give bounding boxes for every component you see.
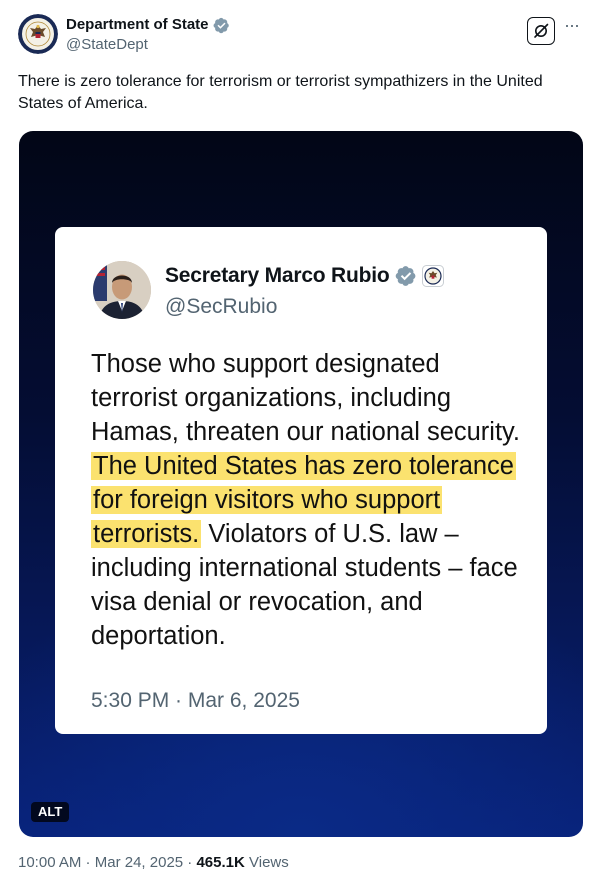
grok-icon: [534, 23, 549, 38]
views-count: 465.1K: [196, 854, 245, 871]
post-metadata: 10:00 AM · Mar 24, 2025 · 465.1K Views: [18, 853, 289, 873]
card-avatar: [93, 261, 151, 319]
more-button[interactable]: ···: [564, 15, 580, 35]
meta-separator: ·: [183, 854, 197, 871]
media-image[interactable]: Secretary Marco Rubio @SecRubio Those wh…: [19, 131, 583, 837]
more-icon: ···: [564, 15, 580, 35]
portrait-photo: [93, 261, 151, 319]
post-date[interactable]: Mar 24, 2025: [95, 854, 183, 871]
quoted-post-card: Secretary Marco Rubio @SecRubio Those wh…: [55, 227, 547, 734]
author-name[interactable]: Department of State: [66, 16, 209, 34]
post-text: There is zero tolerance for terrorism or…: [18, 73, 543, 112]
author-name-row: Department of State: [66, 16, 230, 34]
grok-button[interactable]: [527, 17, 555, 45]
card-body-part1: Those who support designated terrorist o…: [91, 350, 520, 446]
post-time[interactable]: 10:00 AM: [18, 854, 81, 871]
verified-badge-icon: [395, 266, 415, 286]
card-name-row: Secretary Marco Rubio: [165, 263, 444, 289]
card-author-name: Secretary Marco Rubio: [165, 264, 390, 287]
author-info: Department of State @StateDept: [66, 16, 230, 55]
card-author-handle: @SecRubio: [165, 295, 278, 318]
department-seal-icon: [18, 14, 58, 54]
affiliate-seal-icon: [421, 265, 444, 287]
meta-separator: ·: [81, 854, 95, 871]
alt-badge[interactable]: ALT: [31, 802, 70, 822]
verified-badge-icon[interactable]: [213, 17, 230, 34]
author-handle[interactable]: @StateDept: [66, 35, 230, 55]
author-avatar[interactable]: [18, 14, 58, 54]
post: Department of State @StateDept ··· There…: [0, 0, 600, 888]
views-label: Views: [244, 854, 289, 871]
card-body-text: Those who support designated terrorist o…: [91, 347, 531, 653]
card-timestamp: 5:30 PM · Mar 6, 2025: [91, 689, 300, 712]
